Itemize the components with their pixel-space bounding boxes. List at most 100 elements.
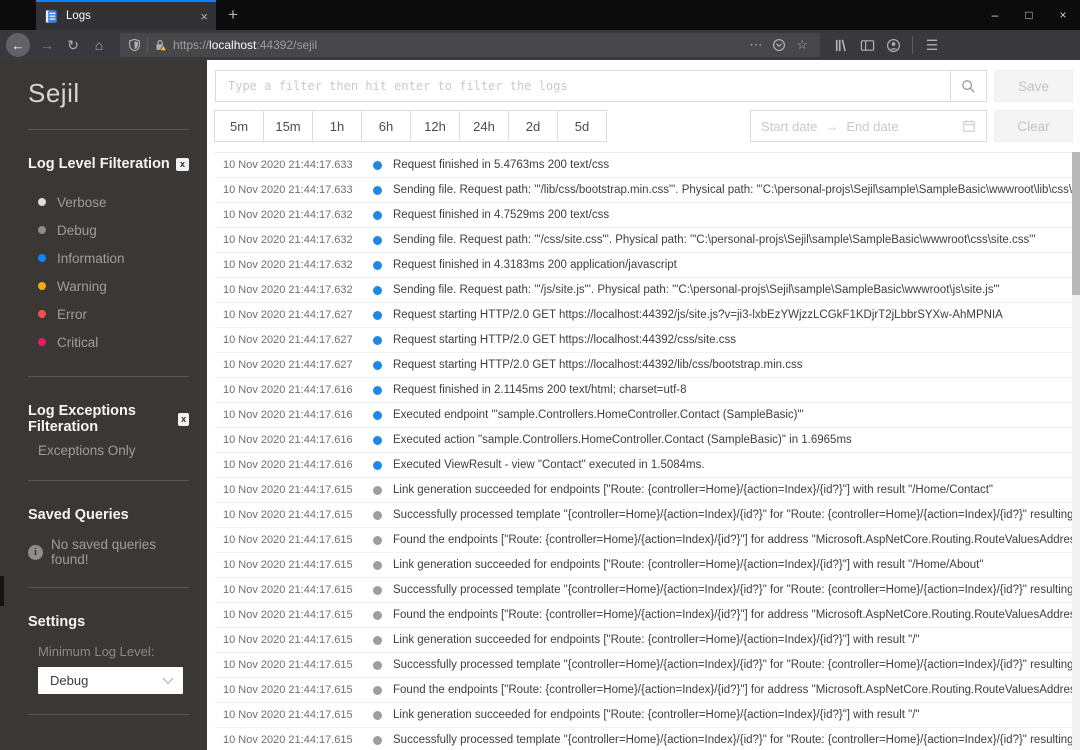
- time-range-button[interactable]: 5d: [557, 110, 607, 142]
- log-level-dot-icon: [38, 198, 46, 206]
- log-level-filter-clear-button[interactable]: x: [176, 157, 189, 171]
- log-scrollbar[interactable]: [1072, 152, 1080, 750]
- log-timestamp: 10 Nov 2020 21:44:17.616: [223, 384, 353, 396]
- log-row[interactable]: 10 Nov 2020 21:44:17.627 Request startin…: [215, 303, 1073, 328]
- log-row[interactable]: 10 Nov 2020 21:44:17.632 Sending file. R…: [215, 278, 1073, 303]
- pocket-icon[interactable]: [772, 38, 786, 52]
- home-button[interactable]: ⌂: [86, 33, 112, 57]
- menu-button[interactable]: ☰: [919, 33, 945, 57]
- tab-logs[interactable]: Logs ×: [36, 0, 216, 30]
- log-row[interactable]: 10 Nov 2020 21:44:17.633 Request finishe…: [215, 153, 1073, 178]
- log-timestamp: 10 Nov 2020 21:44:17.615: [223, 734, 353, 746]
- insecure-lock-icon[interactable]: [154, 38, 167, 52]
- page-viewport: Sejil Log Level Filteration x Verbose De…: [0, 60, 1080, 750]
- log-level-item[interactable]: Error: [28, 300, 189, 328]
- minimize-icon: –: [991, 8, 999, 22]
- exceptions-only-toggle[interactable]: Exceptions Only: [28, 435, 189, 460]
- filter-row: Save: [215, 70, 1073, 102]
- log-level-label: Critical: [57, 334, 99, 350]
- log-timestamp: 10 Nov 2020 21:44:17.616: [223, 434, 353, 446]
- log-row[interactable]: 10 Nov 2020 21:44:17.627 Request startin…: [215, 353, 1073, 378]
- star-icon: ☆: [796, 37, 808, 52]
- account-button[interactable]: [880, 33, 906, 57]
- log-row[interactable]: 10 Nov 2020 21:44:17.615 Link generation…: [215, 553, 1073, 578]
- reload-button[interactable]: ↻: [60, 33, 86, 57]
- log-message: Link generation succeeded for endpoints …: [393, 559, 984, 571]
- log-level-dot-icon: [373, 285, 382, 295]
- tracking-shield-icon[interactable]: [128, 38, 141, 52]
- exceptions-filter-clear-button[interactable]: x: [178, 412, 189, 426]
- log-row[interactable]: 10 Nov 2020 21:44:17.615 Successfully pr…: [215, 653, 1073, 678]
- log-row[interactable]: 10 Nov 2020 21:44:17.616 Executed ViewRe…: [215, 453, 1073, 478]
- start-date-placeholder: Start date: [761, 118, 818, 134]
- log-row[interactable]: 10 Nov 2020 21:44:17.615 Link generation…: [215, 703, 1073, 728]
- log-row[interactable]: 10 Nov 2020 21:44:17.632 Request finishe…: [215, 203, 1073, 228]
- sidebars-button[interactable]: [854, 33, 880, 57]
- log-row[interactable]: 10 Nov 2020 21:44:17.615 Link generation…: [215, 478, 1073, 503]
- log-row[interactable]: 10 Nov 2020 21:44:17.616 Request finishe…: [215, 378, 1073, 403]
- log-message: Executed endpoint '"sample.Controllers.H…: [393, 409, 804, 421]
- time-range-button[interactable]: 5m: [214, 110, 264, 142]
- time-range-button[interactable]: 24h: [459, 110, 509, 142]
- log-message: Successfully processed template "{contro…: [393, 584, 1073, 596]
- log-row[interactable]: 10 Nov 2020 21:44:17.615 Found the endpo…: [215, 678, 1073, 703]
- log-level-item[interactable]: Verbose: [28, 188, 189, 216]
- time-range-button[interactable]: 1h: [312, 110, 362, 142]
- time-range-button[interactable]: 12h: [410, 110, 460, 142]
- log-message: Sending file. Request path: '"/css/site.…: [393, 234, 1036, 246]
- log-row[interactable]: 10 Nov 2020 21:44:17.615 Found the endpo…: [215, 603, 1073, 628]
- log-level-dot-icon: [373, 410, 382, 420]
- log-row[interactable]: 10 Nov 2020 21:44:17.615 Link generation…: [215, 628, 1073, 653]
- log-row[interactable]: 10 Nov 2020 21:44:17.616 Executed action…: [215, 428, 1073, 453]
- log-level-item[interactable]: Debug: [28, 216, 189, 244]
- bookmark-star-button[interactable]: ☆: [792, 37, 812, 53]
- time-range-button[interactable]: 6h: [361, 110, 411, 142]
- time-range-button[interactable]: 15m: [263, 110, 313, 142]
- time-filter-row: 5m 15m 1h 6h 12h 24h 2d 5d Start date → …: [214, 110, 1073, 142]
- log-level-dot-icon: [373, 585, 382, 595]
- log-level-item[interactable]: Critical: [28, 328, 189, 356]
- min-log-level-select[interactable]: Debug: [38, 667, 183, 694]
- forward-button[interactable]: →: [34, 33, 60, 57]
- tab-close-icon[interactable]: ×: [200, 9, 208, 24]
- sidebar-divider: [28, 480, 189, 481]
- filter-input[interactable]: [216, 71, 950, 101]
- log-row[interactable]: 10 Nov 2020 21:44:17.615 Successfully pr…: [215, 578, 1073, 603]
- log-row[interactable]: 10 Nov 2020 21:44:17.633 Sending file. R…: [215, 178, 1073, 203]
- clear-button[interactable]: Clear: [994, 110, 1073, 142]
- log-row[interactable]: 10 Nov 2020 21:44:17.615 Successfully pr…: [215, 503, 1073, 528]
- log-timestamp: 10 Nov 2020 21:44:17.615: [223, 584, 353, 596]
- log-message: Link generation succeeded for endpoints …: [393, 709, 920, 721]
- time-range-button[interactable]: 2d: [508, 110, 558, 142]
- window-minimize-button[interactable]: –: [978, 0, 1012, 30]
- plus-icon: +: [228, 5, 238, 24]
- library-button[interactable]: [828, 33, 854, 57]
- log-row[interactable]: 10 Nov 2020 21:44:17.632 Request finishe…: [215, 253, 1073, 278]
- save-button[interactable]: Save: [994, 70, 1073, 102]
- url-text[interactable]: https://localhost:44392/sejil: [173, 38, 739, 52]
- log-row[interactable]: 10 Nov 2020 21:44:17.616 Executed endpoi…: [215, 403, 1073, 428]
- log-timestamp: 10 Nov 2020 21:44:17.616: [223, 409, 353, 421]
- window-close-button[interactable]: ×: [1046, 0, 1080, 30]
- url-bar[interactable]: https://localhost:44392/sejil ⋯ ☆: [120, 33, 820, 57]
- log-row[interactable]: 10 Nov 2020 21:44:17.627 Request startin…: [215, 328, 1073, 353]
- log-message: Link generation succeeded for endpoints …: [393, 634, 920, 646]
- page-actions-button[interactable]: ⋯: [745, 37, 766, 53]
- sidebar-scrollbar[interactable]: [0, 576, 4, 606]
- new-tab-button[interactable]: +: [216, 0, 250, 30]
- log-row[interactable]: 10 Nov 2020 21:44:17.615 Successfully pr…: [215, 728, 1073, 750]
- log-row[interactable]: 10 Nov 2020 21:44:17.632 Sending file. R…: [215, 228, 1073, 253]
- log-timestamp: 10 Nov 2020 21:44:17.615: [223, 509, 353, 521]
- hamburger-icon: ☰: [925, 36, 939, 53]
- back-button[interactable]: ←: [6, 33, 30, 57]
- window-maximize-button[interactable]: □: [1012, 0, 1046, 30]
- log-level-dot-icon: [373, 335, 382, 345]
- date-range-picker[interactable]: Start date → End date: [750, 110, 987, 142]
- log-scrollbar-thumb[interactable]: [1072, 152, 1080, 295]
- log-level-item[interactable]: Warning: [28, 272, 189, 300]
- search-button[interactable]: [950, 71, 986, 101]
- log-level-item[interactable]: Information: [28, 244, 189, 272]
- calendar-icon: [963, 120, 975, 132]
- log-row[interactable]: 10 Nov 2020 21:44:17.615 Found the endpo…: [215, 528, 1073, 553]
- log-message: Request starting HTTP/2.0 GET https://lo…: [393, 334, 737, 346]
